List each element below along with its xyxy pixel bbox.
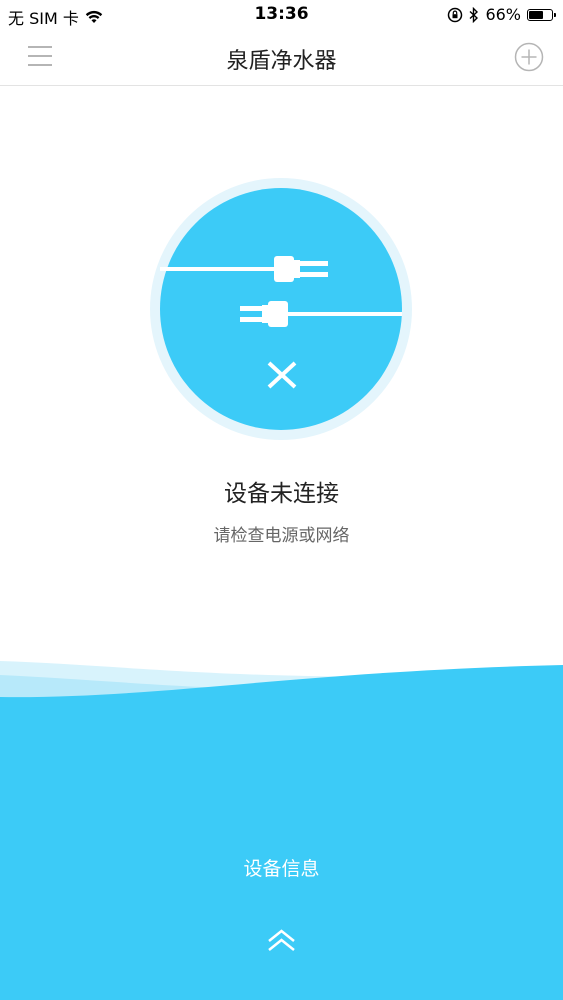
expand-panel-button[interactable] — [266, 928, 297, 954]
battery-level — [529, 10, 543, 19]
status-bar: 无 SIM 卡 13:36 66% — [0, 0, 563, 30]
add-circle-icon — [514, 42, 544, 72]
device-info-label[interactable]: 设备信息 — [0, 854, 563, 881]
rotation-lock-icon — [448, 7, 463, 22]
nav-bar: 泉盾净水器 — [0, 30, 563, 86]
status-right: 66% — [447, 5, 556, 24]
connection-status-hint: 请检查电源或网络 — [213, 526, 350, 546]
app-screen: 无 SIM 卡 13:36 66% 泉盾净水器 设备未连接 请检查电源或网络 设… — [0, 0, 563, 1000]
page-title: 泉盾净水器 — [226, 49, 337, 74]
battery-percent: 66% — [485, 5, 521, 24]
connection-status-title: 设备未连接 — [224, 481, 339, 507]
add-device-button[interactable] — [514, 42, 544, 72]
battery-icon — [527, 8, 556, 21]
double-chevron-up-icon — [268, 929, 295, 951]
unplugged-icon — [150, 178, 412, 440]
bluetooth-icon — [469, 6, 479, 23]
